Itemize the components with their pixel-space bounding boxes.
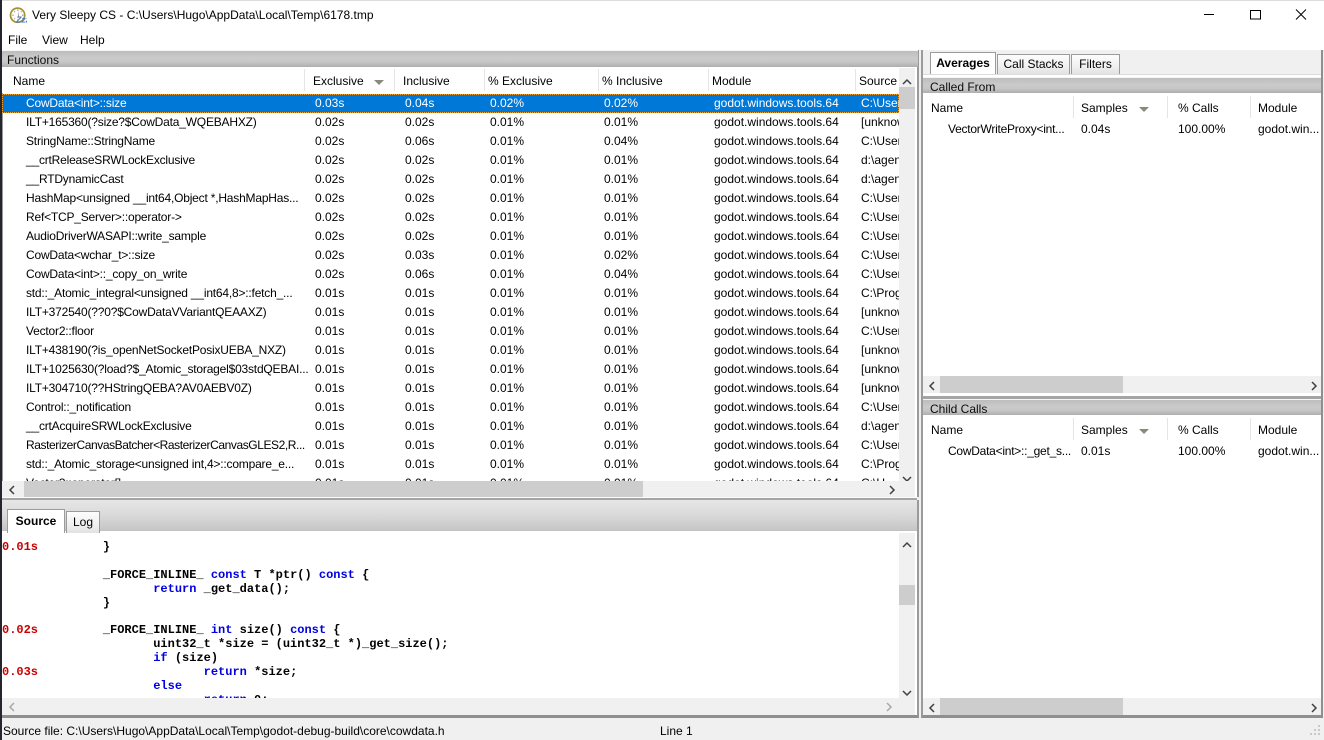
svg-text:Zzz: Zzz — [15, 14, 27, 24]
